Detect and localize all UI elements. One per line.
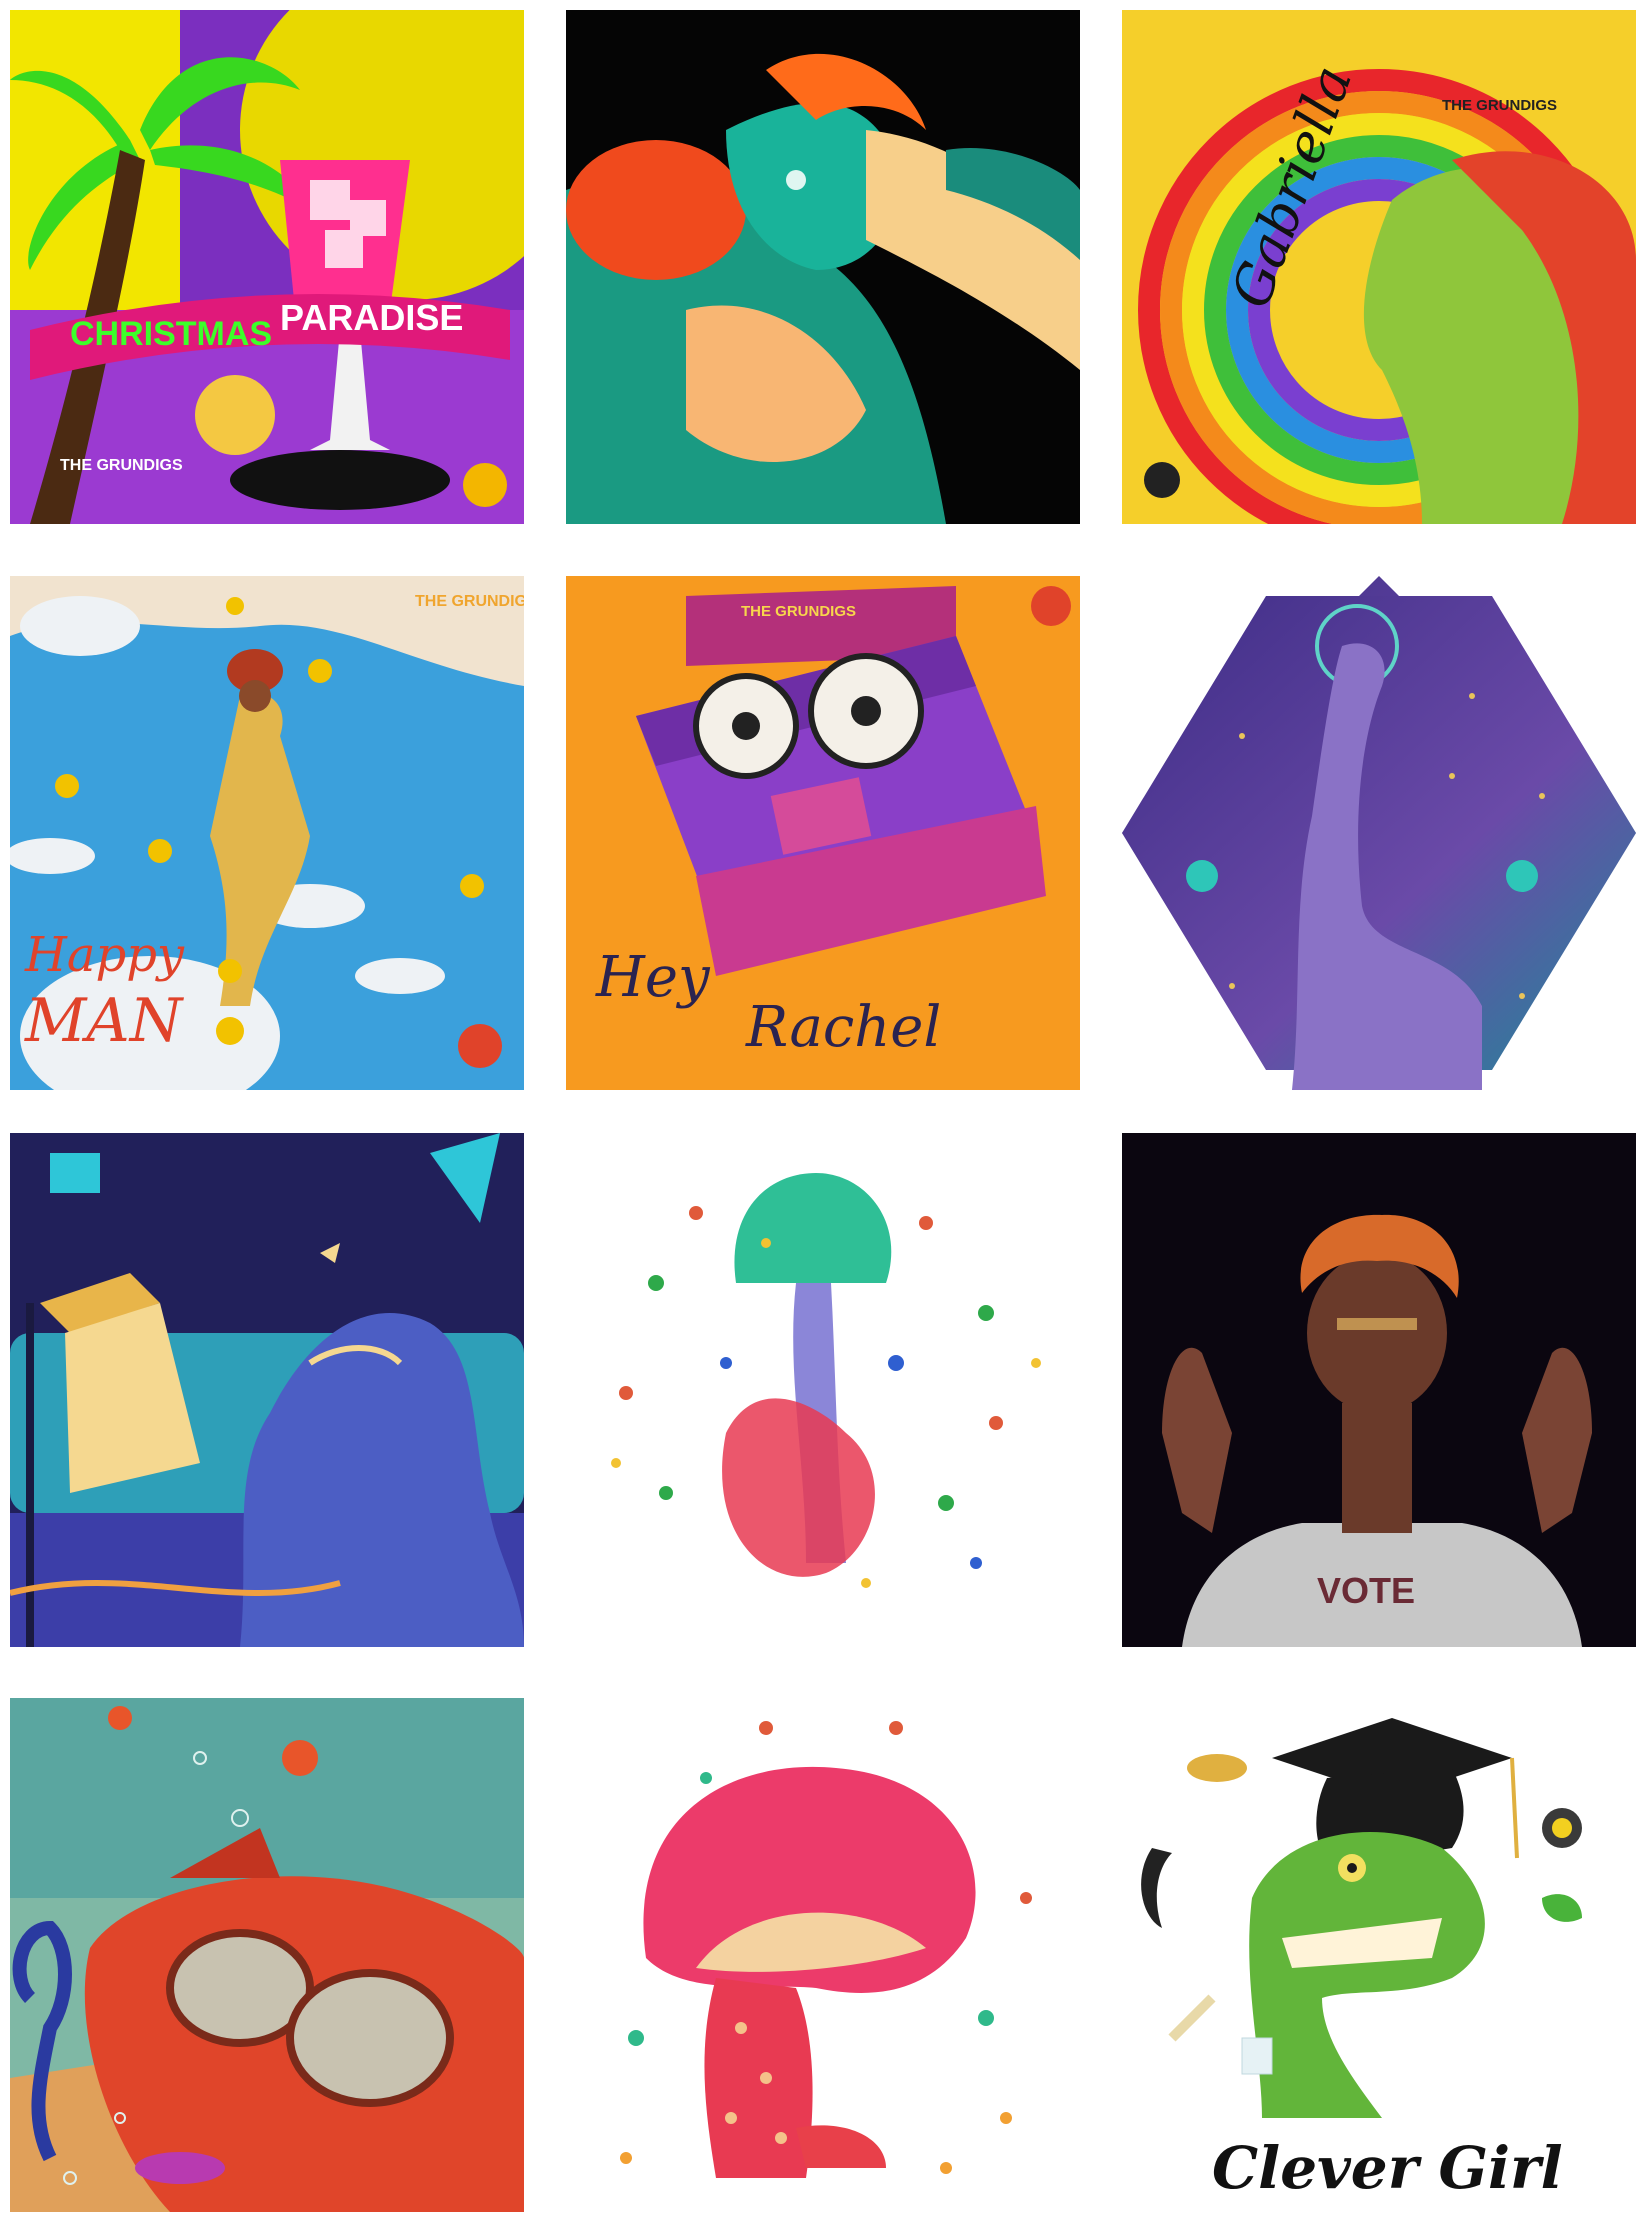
album-cover-clever-girl[interactable]: Clever Girl [1122, 1698, 1636, 2212]
album-cover-gabriella[interactable]: Gabriella THE GRUNDIGS [1122, 10, 1636, 524]
shirt-text: VOTE [1317, 1570, 1415, 1611]
album-cover-lamp-wave[interactable] [10, 1133, 524, 1647]
band-name: THE GRUNDIGS [60, 457, 183, 474]
hey-rachel-artwork: THE GRUNDIGS Hey Rachel [566, 576, 1080, 1090]
dino-astronaut-artwork [1122, 576, 1636, 1090]
eyes-artwork [566, 10, 1080, 524]
title-rachel: Rachel [745, 995, 941, 1060]
album-cover-vote-man[interactable]: VOTE [1122, 1133, 1636, 1647]
album-cover-teal-mushroom[interactable] [566, 1133, 1080, 1647]
album-cover-christmas-paradise[interactable]: CHRISTMAS PARADISE THE GRUNDIGS [10, 10, 524, 524]
title-christmas: CHRISTMAS [70, 315, 272, 353]
album-art-grid: CHRISTMAS PARADISE THE GRUNDIGS Gabriell… [0, 0, 1647, 2227]
band-name: THE GRUNDIGS [1442, 97, 1557, 114]
band-name: THE GRUNDIGS [741, 603, 856, 620]
album-cover-happy-man[interactable]: THE GRUNDIGS Happy MAN [10, 576, 524, 1090]
title-clever-girl: Clever Girl [1212, 2134, 1563, 2202]
clever-girl-artwork: Clever Girl [1122, 1698, 1636, 2212]
christmas-paradise-artwork: CHRISTMAS PARADISE THE GRUNDIGS [10, 10, 524, 524]
gabriella-artwork: Gabriella THE GRUNDIGS [1122, 10, 1636, 524]
submarine-artwork [10, 1698, 524, 2212]
album-cover-red-mushroom[interactable] [566, 1698, 1080, 2212]
album-cover-submarine[interactable] [10, 1698, 524, 2212]
title-man: MAN [24, 986, 185, 1056]
lamp-wave-artwork [10, 1133, 524, 1647]
title-hey: Hey [595, 945, 711, 1010]
album-cover-dino-astronaut[interactable] [1122, 576, 1636, 1090]
album-cover-eyes[interactable] [566, 10, 1080, 524]
teal-mushroom-artwork [566, 1133, 1080, 1647]
red-mushroom-artwork [566, 1698, 1080, 2212]
vote-man-artwork: VOTE [1122, 1133, 1636, 1647]
title-paradise: PARADISE [280, 297, 463, 338]
band-the: THE GRUNDIGS [415, 593, 524, 610]
happy-man-artwork: THE GRUNDIGS Happy MAN [10, 576, 524, 1090]
album-cover-hey-rachel[interactable]: THE GRUNDIGS Hey Rachel [566, 576, 1080, 1090]
title-happy: Happy [24, 927, 185, 983]
